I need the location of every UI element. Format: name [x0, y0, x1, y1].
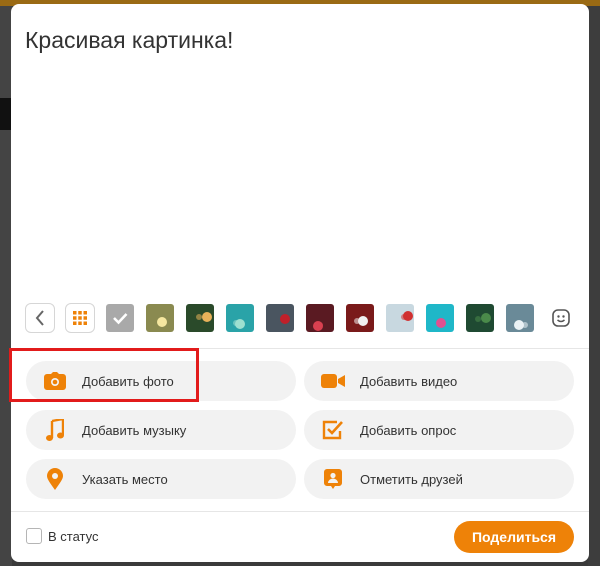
media-strip [25, 303, 546, 333]
thumbnail-bokeh-lights[interactable] [146, 304, 174, 332]
thumbnail-red-bauble[interactable] [266, 304, 294, 332]
thumbnail-accent [317, 322, 323, 328]
share-button[interactable]: Поделиться [454, 521, 574, 553]
background-right [588, 6, 600, 566]
thumbnail-pine-branch[interactable] [466, 304, 494, 332]
add-poll-label: Добавить опрос [360, 422, 457, 438]
thumbnail-clock-ornament[interactable] [346, 304, 374, 332]
thumbnail-red-ornaments[interactable] [306, 304, 334, 332]
status-label: В статус [48, 528, 99, 544]
add-place-button[interactable]: Указать место [26, 459, 296, 499]
map-pin-icon [42, 466, 68, 492]
post-text-input[interactable]: Красивая картинка! [25, 26, 233, 54]
status-checkbox[interactable] [26, 528, 42, 544]
thumbnail-accent [475, 316, 481, 322]
post-composer-dialog: Красивая картинка! Добавить фото Добавит… [11, 4, 589, 562]
divider-bottom [11, 511, 589, 512]
person-tag-icon [320, 466, 346, 492]
thumbnail-teal-branches[interactable] [226, 304, 254, 332]
add-video-button[interactable]: Добавить видео [304, 361, 574, 401]
thumbnail-list [106, 304, 546, 332]
add-music-label: Добавить музыку [82, 422, 187, 438]
tag-friends-label: Отметить друзей [360, 471, 463, 487]
highlight-frame [9, 348, 199, 402]
thumbnail-checkmark-thumb[interactable] [106, 304, 134, 332]
thumbnail-accent [481, 313, 491, 323]
add-music-button[interactable]: Добавить музыку [26, 410, 296, 450]
tag-friends-button[interactable]: Отметить друзей [304, 459, 574, 499]
thumbnail-frosted-branches[interactable] [506, 304, 534, 332]
music-note-icon [42, 417, 68, 443]
gallery-grid-button[interactable] [65, 303, 95, 333]
checkbox-icon [320, 417, 346, 443]
smile-icon[interactable] [551, 308, 571, 328]
add-place-label: Указать место [82, 471, 168, 487]
video-camera-icon [320, 368, 346, 394]
check-icon [113, 313, 128, 325]
thumbnail-accent [438, 320, 444, 326]
thumbnail-gift-box[interactable] [386, 304, 414, 332]
status-checkbox-group[interactable]: В статус [26, 528, 99, 544]
thumbnail-accent [280, 316, 286, 322]
thumbnail-accent [202, 312, 212, 322]
thumbnail-accent [401, 314, 407, 320]
thumbnail-turquoise-sparkle[interactable] [426, 304, 454, 332]
thumbnail-accent [522, 322, 528, 328]
thumbnail-accent [233, 320, 239, 326]
thumbnail-accent [159, 318, 165, 324]
thumbnail-accent [354, 318, 360, 324]
thumbnail-accent [196, 314, 202, 320]
chevron-left-icon [35, 310, 44, 326]
back-button[interactable] [25, 303, 55, 333]
add-poll-button[interactable]: Добавить опрос [304, 410, 574, 450]
grid-icon [73, 311, 87, 325]
thumbnail-christmas-tree[interactable] [186, 304, 214, 332]
add-video-label: Добавить видео [360, 373, 458, 389]
